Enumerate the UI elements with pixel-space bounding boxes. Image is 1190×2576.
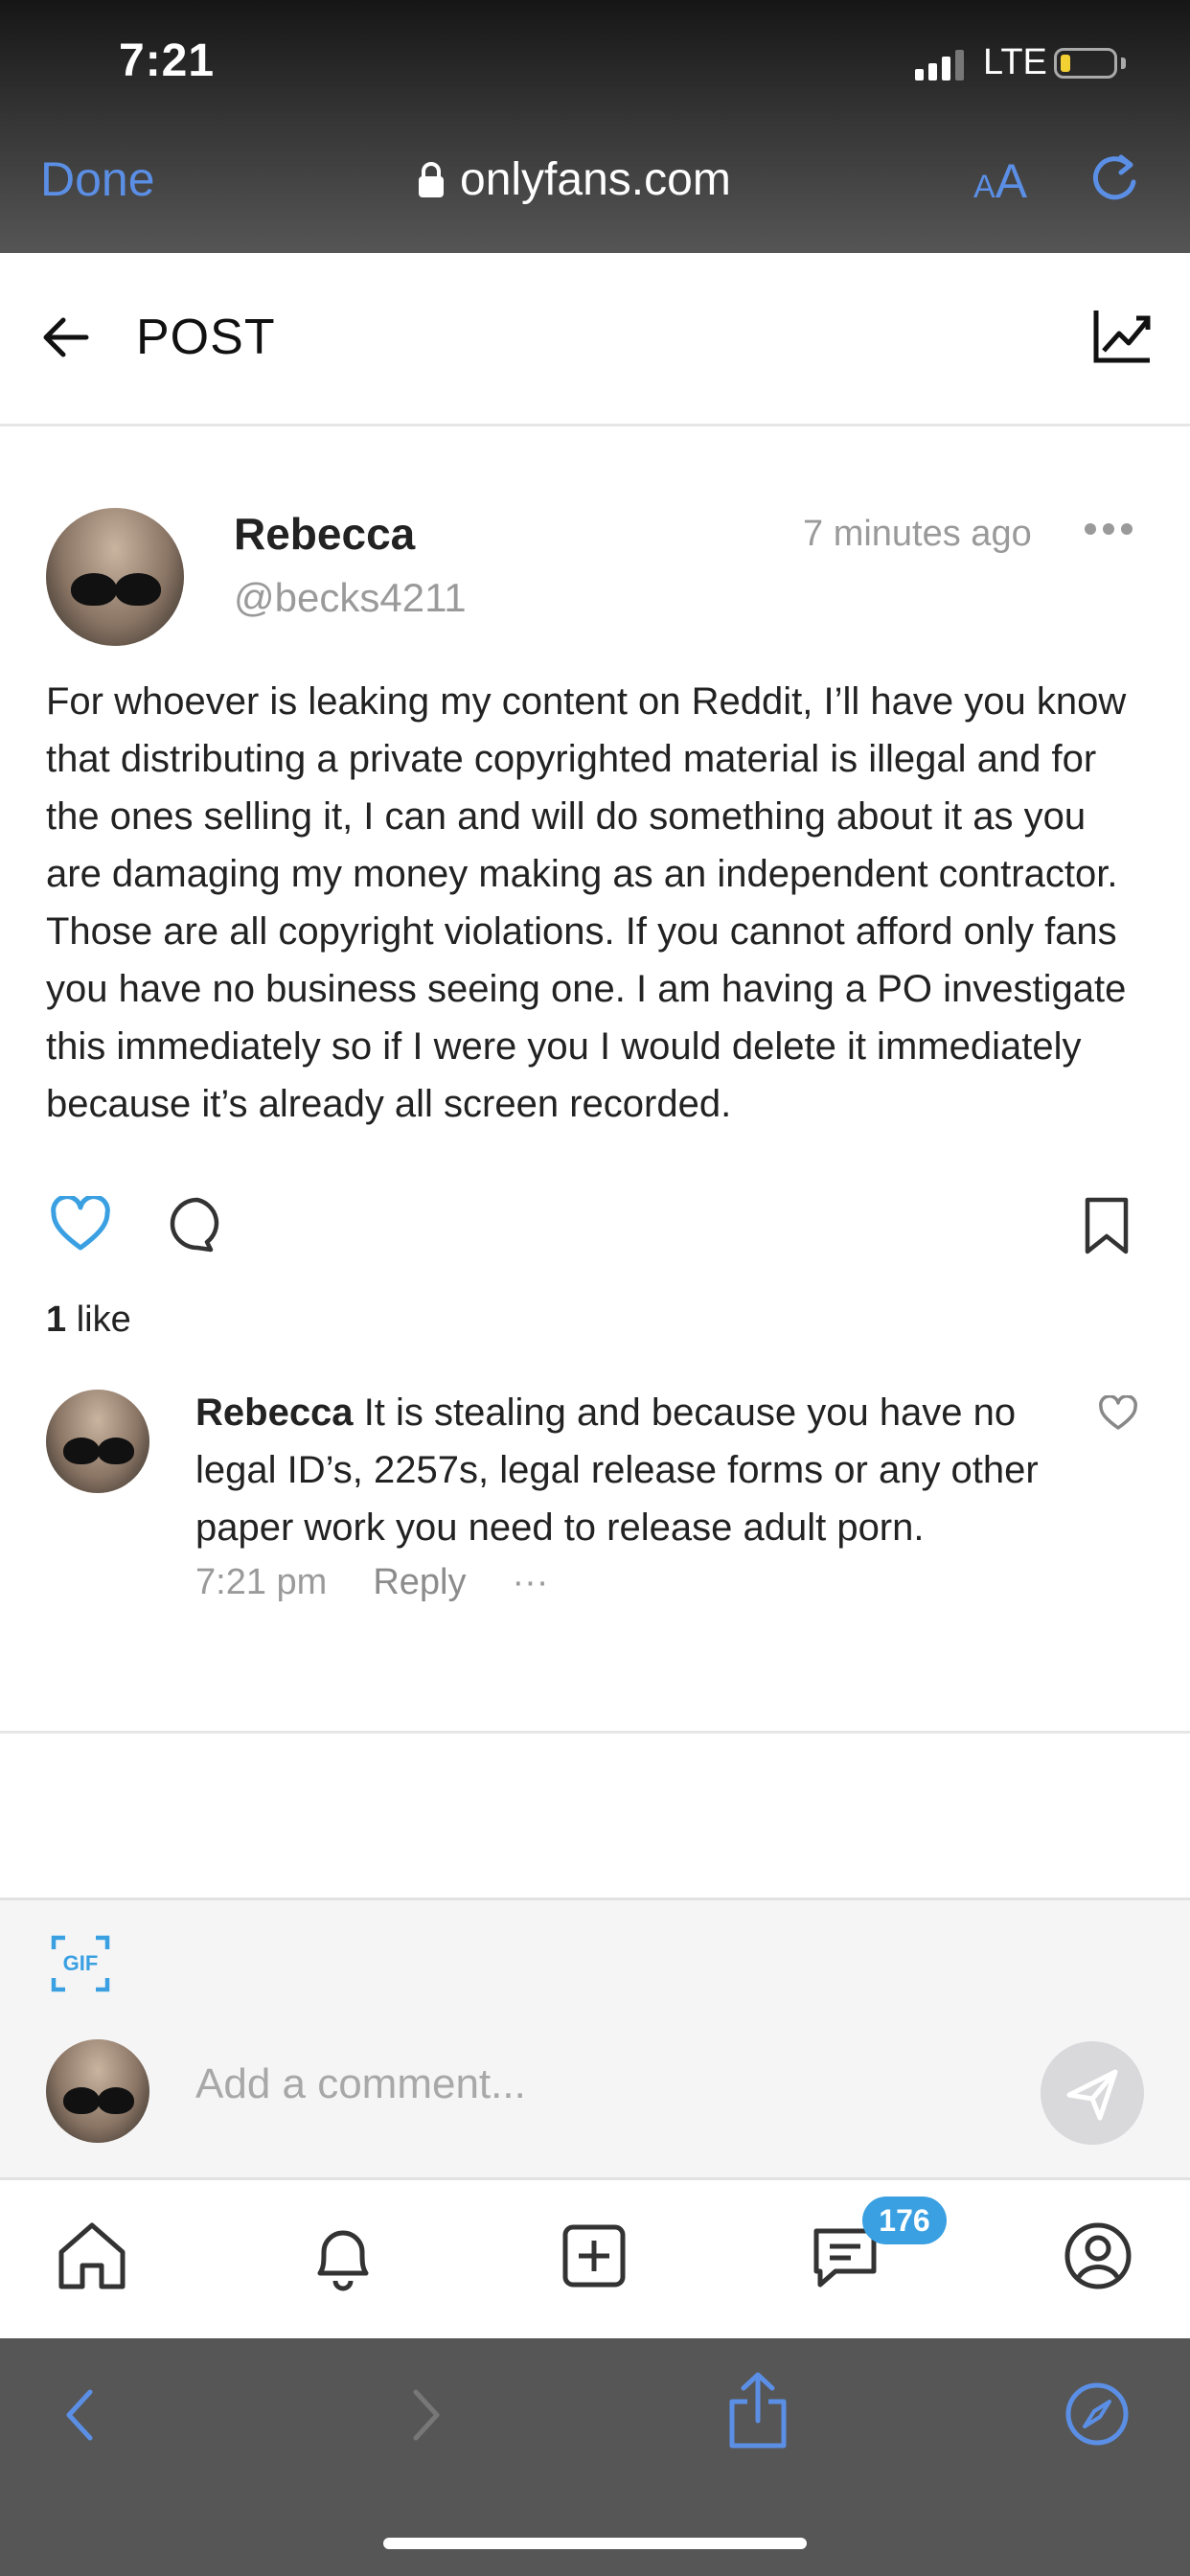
address-bar[interactable]: onlyfans.com — [418, 153, 731, 206]
browser-forward-icon[interactable] — [406, 2386, 445, 2444]
battery-icon — [1054, 48, 1117, 79]
bookmark-icon[interactable] — [1083, 1196, 1131, 1255]
messages-badge: 176 — [862, 2196, 947, 2244]
comment-body: Rebecca It is stealing and because you h… — [195, 1384, 1058, 1556]
profile-icon[interactable] — [1060, 2218, 1136, 2294]
composer-avatar — [46, 2039, 149, 2143]
browser-back-icon[interactable] — [61, 2386, 100, 2444]
like-heart-icon[interactable] — [50, 1196, 111, 1254]
reply-button[interactable]: Reply — [373, 1562, 466, 1603]
text-size-button[interactable]: AA — [973, 153, 1027, 209]
share-icon[interactable] — [724, 2369, 791, 2450]
author-handle[interactable]: @becks4211 — [234, 575, 467, 621]
author-avatar[interactable] — [46, 508, 184, 646]
likes-count[interactable]: 1 like — [46, 1300, 131, 1341]
comment-like-heart-icon[interactable] — [1098, 1395, 1138, 1432]
comment-composer — [0, 1898, 1190, 2180]
post-timestamp: 7 minutes ago — [803, 514, 1032, 554]
send-icon — [1066, 2069, 1118, 2121]
add-post-icon[interactable] — [556, 2218, 632, 2294]
statistics-icon[interactable] — [1092, 307, 1154, 364]
divider — [0, 1731, 1190, 1734]
page-title: POST — [136, 310, 276, 365]
comment-author[interactable]: Rebecca — [195, 1392, 354, 1434]
text-size-large-label: A — [995, 154, 1028, 208]
comment-input[interactable]: Add a comment... — [195, 2060, 526, 2108]
signal-strength-icon — [915, 50, 964, 80]
more-options-icon[interactable] — [1083, 521, 1134, 537]
text-size-small-label: A — [973, 169, 995, 205]
comment-avatar[interactable] — [46, 1390, 149, 1493]
notifications-bell-icon[interactable] — [305, 2218, 381, 2294]
network-type: LTE — [983, 42, 1047, 82]
status-time: 7:21 — [119, 35, 216, 86]
back-arrow-icon[interactable] — [38, 309, 96, 366]
gif-label: GIF — [62, 1951, 99, 1975]
reload-icon[interactable] — [1087, 151, 1142, 207]
done-button[interactable]: Done — [40, 151, 155, 207]
likes-number: 1 — [46, 1300, 67, 1340]
comment-meta: 7:21 pm Reply ··· — [195, 1562, 548, 1603]
lock-icon — [419, 161, 444, 197]
battery-nub — [1121, 58, 1126, 69]
compass-icon[interactable] — [1064, 2380, 1131, 2448]
home-indicator — [383, 2538, 807, 2549]
gif-icon[interactable]: GIF — [50, 1934, 111, 1993]
likes-label: like — [76, 1300, 131, 1340]
comment-time: 7:21 pm — [195, 1562, 328, 1602]
comment-more-button[interactable]: ··· — [512, 1562, 548, 1603]
comment-bubble-icon[interactable] — [169, 1196, 226, 1254]
send-button[interactable] — [1041, 2041, 1144, 2145]
home-icon[interactable] — [54, 2218, 130, 2294]
url-text: onlyfans.com — [460, 154, 731, 205]
author-name[interactable]: Rebecca — [234, 508, 415, 560]
post-body: For whoever is leaking my content on Red… — [46, 680, 1127, 1125]
